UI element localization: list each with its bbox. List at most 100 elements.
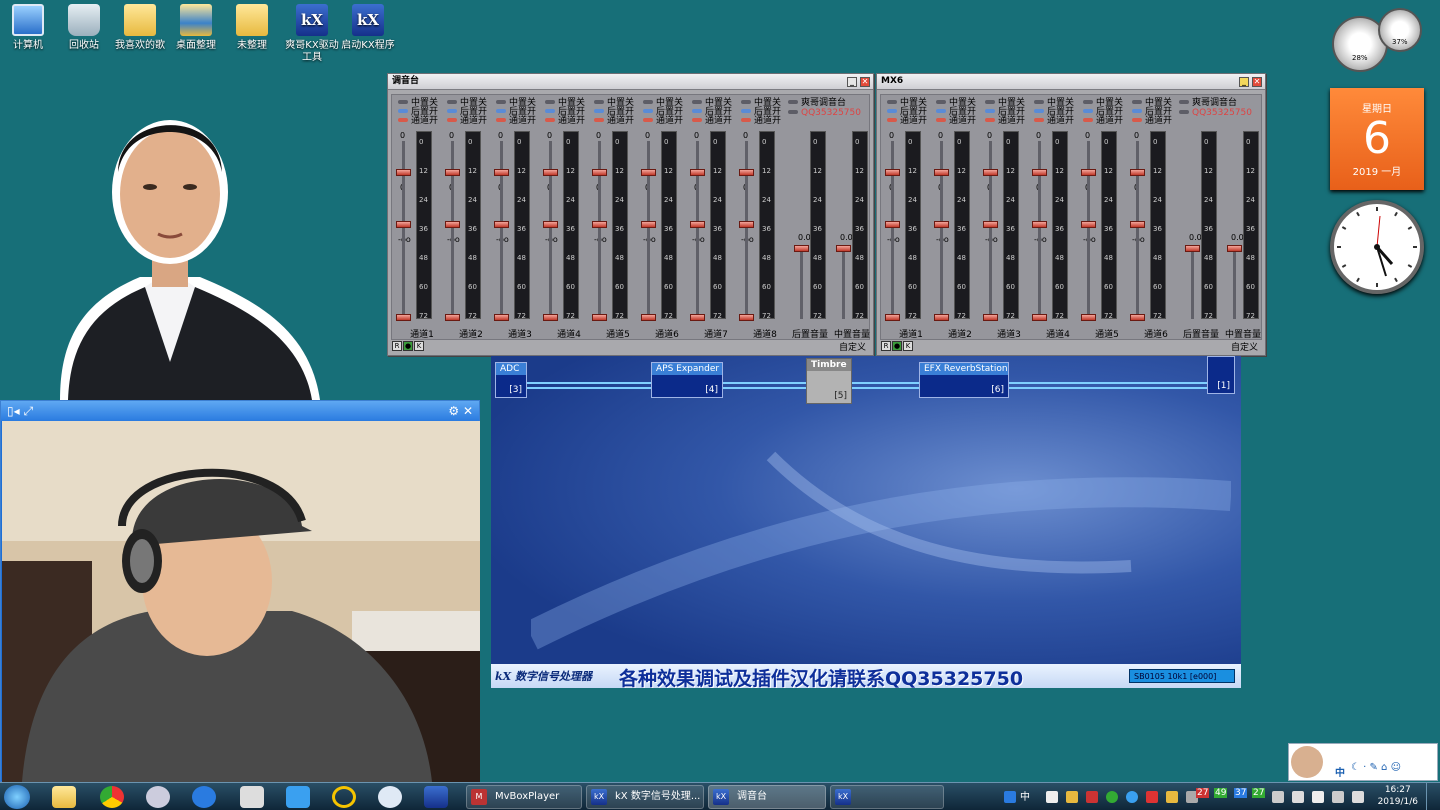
ime-toolbar[interactable]: 中 ☾ · ✎ ⌂ ☺ — [1288, 743, 1438, 781]
tray-ime[interactable]: 中 — [1020, 788, 1030, 803]
footer-button-green[interactable]: ● — [403, 341, 413, 351]
mic-icon[interactable] — [286, 786, 310, 808]
fader-knob[interactable] — [739, 221, 754, 228]
switch-channel[interactable]: 通道开 — [985, 117, 1025, 126]
webcam-controls[interactable]: ▯◂ ⤢ — [7, 404, 33, 419]
fader-knob[interactable] — [445, 221, 460, 228]
fader-knob[interactable] — [445, 314, 460, 321]
custom-label[interactable]: 自定义 — [1231, 340, 1258, 353]
task-kx-other[interactable]: kX — [830, 785, 944, 809]
custom-label[interactable]: 自定义 — [839, 340, 866, 353]
desktop-icon-kx-driver[interactable]: kX 爽哥KX驱动工具 — [284, 4, 340, 64]
switch-channel[interactable]: 通道开 — [741, 117, 781, 126]
ring-icon[interactable] — [332, 786, 356, 808]
fader-knob[interactable] — [690, 169, 705, 176]
clock-readout[interactable]: 16:27 2019/1/6 — [1378, 784, 1418, 808]
desktop-icon-kx-start[interactable]: kX 启动KX程序 — [340, 4, 396, 52]
switch-channel[interactable]: 通道开 — [545, 117, 585, 126]
task-kx-dsp[interactable]: kX kX 数字信号处理... — [586, 785, 704, 809]
fader-knob[interactable] — [396, 221, 411, 228]
desktop-icon-recycle-bin[interactable]: 回收站 — [56, 4, 112, 52]
switch-channel[interactable]: 通道开 — [643, 117, 683, 126]
fader-knob[interactable] — [739, 314, 754, 321]
footer-button-k[interactable]: K — [903, 341, 913, 351]
fader-knob[interactable] — [1130, 221, 1145, 228]
tray-icon[interactable] — [1292, 791, 1304, 803]
switch-channel[interactable]: 通道开 — [692, 117, 732, 126]
tray-icon[interactable] — [1066, 791, 1078, 803]
footer-button-k[interactable]: K — [414, 341, 424, 351]
explorer-icon[interactable] — [52, 786, 76, 808]
task-mixer[interactable]: kX 调音台 — [708, 785, 826, 809]
switch-channel[interactable]: 通道开 — [398, 117, 438, 126]
wechat-icon[interactable] — [1106, 791, 1118, 803]
fader-knob[interactable] — [885, 314, 900, 321]
fader-knob[interactable] — [690, 221, 705, 228]
fader-knob[interactable] — [983, 221, 998, 228]
speaker-icon[interactable] — [1352, 791, 1364, 803]
fader-knob[interactable] — [1130, 314, 1145, 321]
fader-knob[interactable] — [934, 314, 949, 321]
minimize-button[interactable]: _ — [847, 77, 857, 87]
fader-knob[interactable] — [445, 169, 460, 176]
fader-knob[interactable] — [934, 221, 949, 228]
plugin-efx-reverbstation[interactable]: EFX ReverbStation [6] — [919, 362, 1009, 398]
chrome-icon[interactable] — [100, 786, 124, 808]
fader-knob[interactable] — [1032, 314, 1047, 321]
plugin-timbre[interactable]: Timbre [5] — [806, 358, 852, 404]
fader-knob[interactable] — [1130, 169, 1145, 176]
fader-knob[interactable] — [396, 169, 411, 176]
footer-button-r[interactable]: R — [881, 341, 891, 351]
clock-gadget[interactable] — [1330, 200, 1424, 294]
fader-knob[interactable] — [641, 221, 656, 228]
switch-channel[interactable]: 通道开 — [1034, 117, 1074, 126]
switch-channel[interactable]: 通道开 — [887, 117, 927, 126]
fader-knob[interactable] — [543, 221, 558, 228]
close-button[interactable]: ✕ — [1252, 77, 1262, 87]
switch-channel[interactable]: 通道开 — [447, 117, 487, 126]
fader-knob[interactable] — [1227, 245, 1242, 252]
fader-knob[interactable] — [494, 169, 509, 176]
search-icon[interactable] — [1004, 791, 1016, 803]
fader-knob[interactable] — [1081, 221, 1096, 228]
fader-knob[interactable] — [1032, 169, 1047, 176]
plugin-output[interactable]: [1] — [1207, 356, 1235, 394]
footer-button-r[interactable]: R — [392, 341, 402, 351]
kugou-icon[interactable] — [192, 786, 216, 808]
flag-icon[interactable] — [1312, 791, 1324, 803]
network-icon[interactable] — [1272, 791, 1284, 803]
plugin-adc[interactable]: ADC [3] — [495, 362, 527, 398]
close-button[interactable]: ✕ — [860, 77, 870, 87]
fader-knob[interactable] — [494, 221, 509, 228]
switch-channel[interactable]: 通道开 — [936, 117, 976, 126]
tray-counter[interactable]: 37 — [1234, 788, 1248, 798]
tray-counter[interactable]: 49 — [1214, 788, 1228, 798]
fader-knob[interactable] — [543, 314, 558, 321]
switch-channel[interactable]: 通道开 — [496, 117, 536, 126]
kx-icon[interactable] — [424, 786, 448, 808]
plugin-aps-expander[interactable]: APS Expander [4] — [651, 362, 723, 398]
camera-icon[interactable] — [146, 786, 170, 808]
fader-knob[interactable] — [836, 245, 851, 252]
tray-icon[interactable] — [1086, 791, 1098, 803]
memory-gauge[interactable]: 37% — [1378, 8, 1422, 52]
fader-knob[interactable] — [885, 221, 900, 228]
fader-knob[interactable] — [592, 221, 607, 228]
close-icon[interactable]: ✕ — [463, 404, 473, 418]
fader-knob[interactable] — [690, 314, 705, 321]
fader-knob[interactable] — [739, 169, 754, 176]
fader-knob[interactable] — [1081, 314, 1096, 321]
fader-knob[interactable] — [396, 314, 411, 321]
fader-knob[interactable] — [1081, 169, 1096, 176]
tray-icon[interactable] — [1126, 791, 1138, 803]
switch-channel[interactable]: 通道开 — [594, 117, 634, 126]
fader-knob[interactable] — [983, 169, 998, 176]
fader-knob[interactable] — [543, 169, 558, 176]
switch-channel[interactable]: 通道开 — [1083, 117, 1123, 126]
tray-icon[interactable] — [1146, 791, 1158, 803]
tray-icon[interactable] — [1332, 791, 1344, 803]
start-button[interactable] — [4, 785, 30, 809]
fader-knob[interactable] — [641, 169, 656, 176]
task-mvboxplayer[interactable]: M MvBoxPlayer — [466, 785, 582, 809]
fader-knob[interactable] — [983, 314, 998, 321]
